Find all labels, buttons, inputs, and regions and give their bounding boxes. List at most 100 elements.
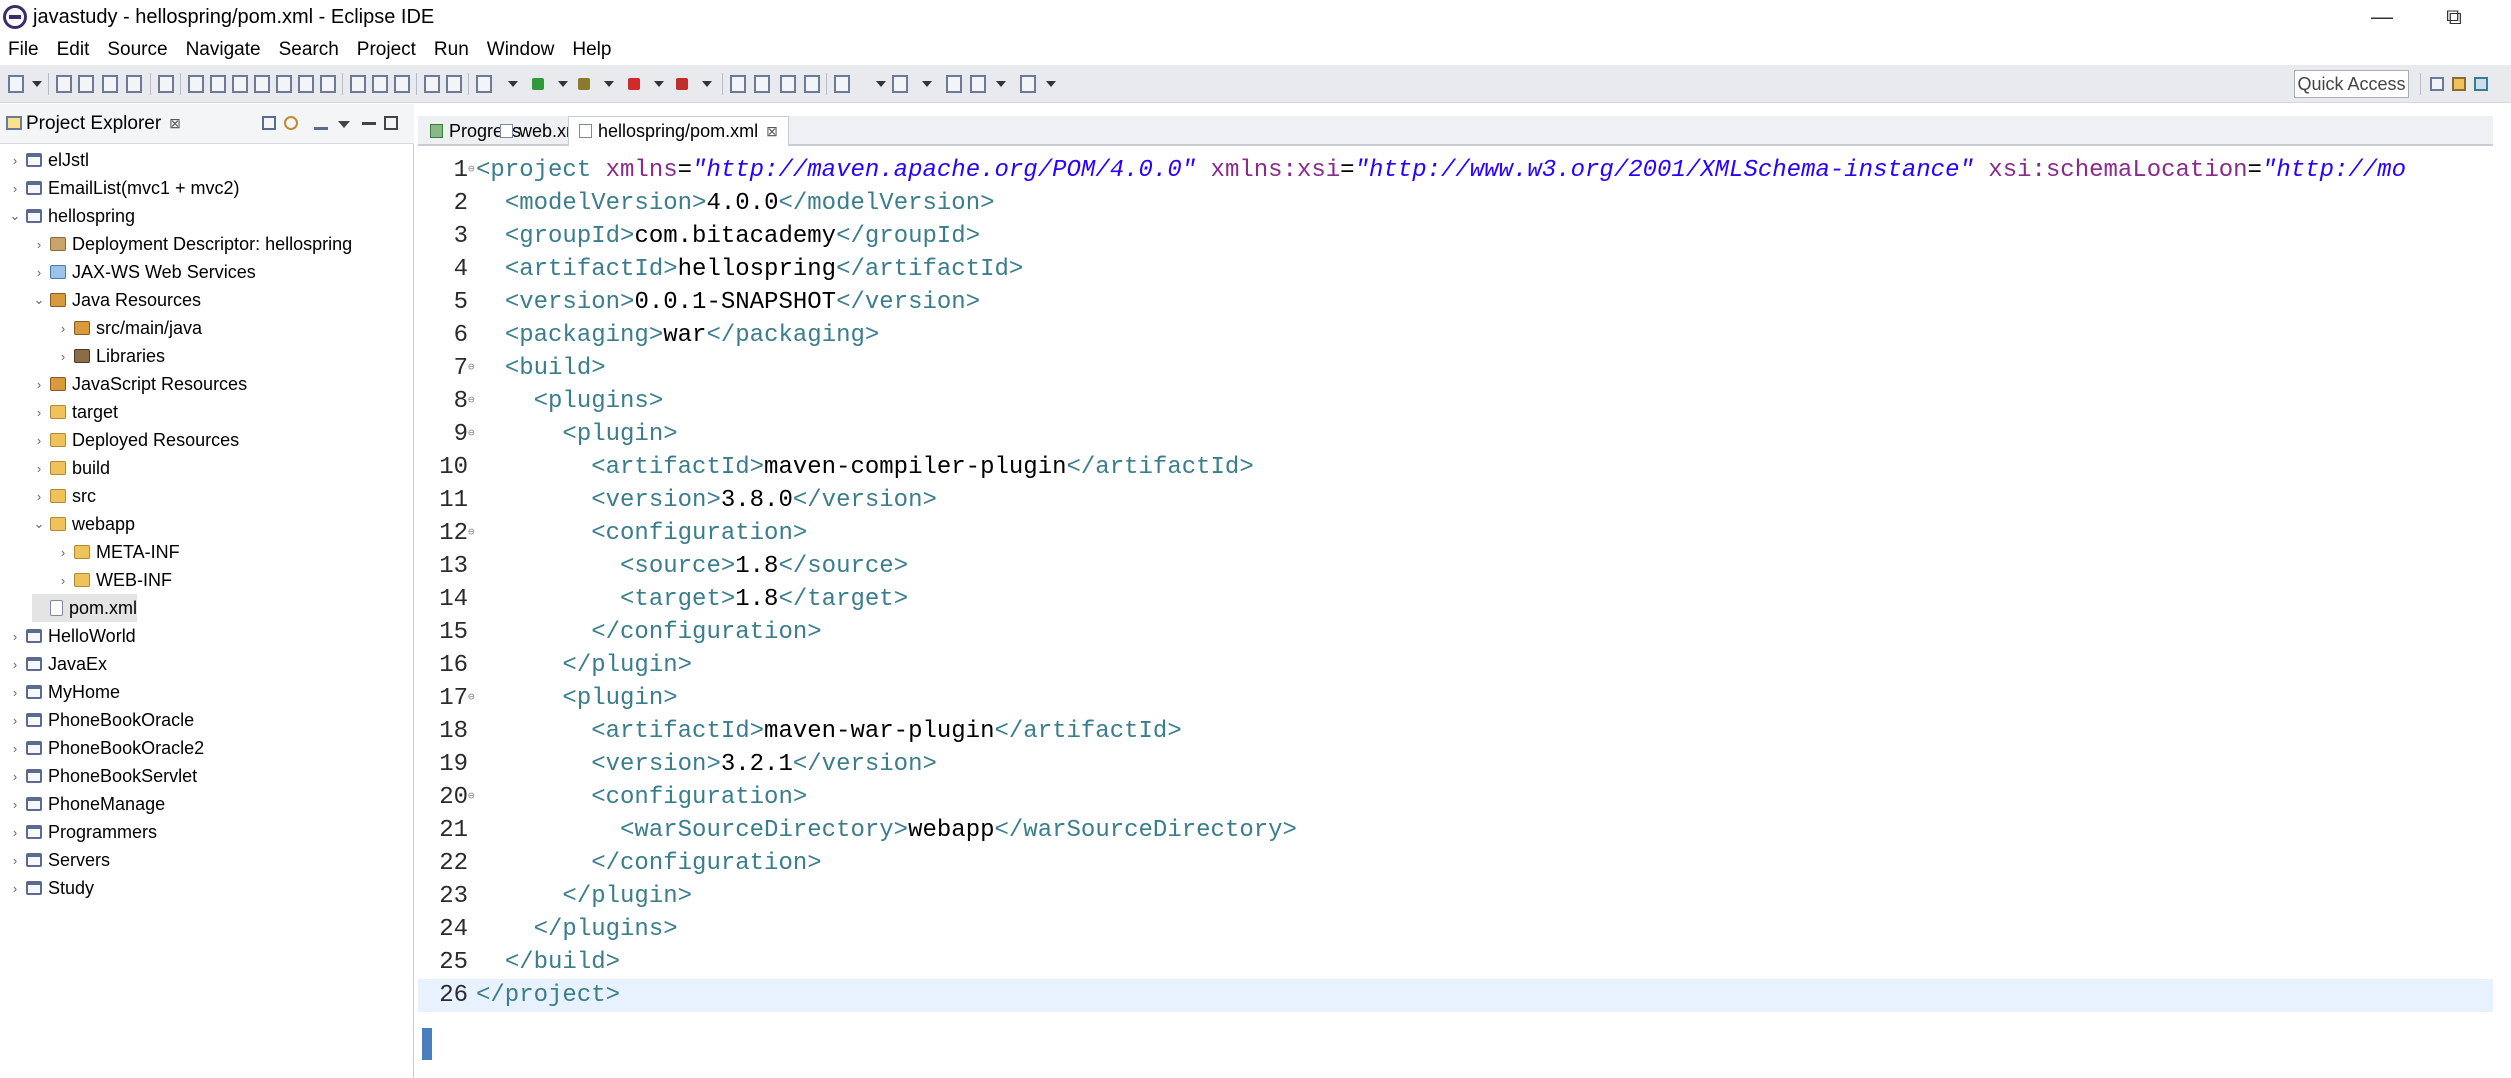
tree-item-jax-ws-web-services[interactable]: › JAX-WS Web Services [32,258,256,286]
tree-item-java-resources[interactable]: ⌄ Java Resources [32,286,202,314]
servers-icon[interactable] [372,75,388,93]
tree-item-study[interactable]: › Study [8,874,94,902]
quick-access-input[interactable]: Quick Access [2294,70,2409,98]
run-icon[interactable] [532,78,544,90]
tree-item-phonebookoracle2[interactable]: › PhoneBookOracle2 [8,734,204,762]
skip-breakpoints-icon[interactable] [188,75,204,93]
new-package-icon[interactable] [446,75,462,93]
link-with-editor-icon[interactable] [284,116,298,130]
chevron-right-icon[interactable]: › [56,573,70,588]
search-icon[interactable] [780,75,796,93]
code-line[interactable]: 11 <version>3.8.0</version> [418,484,2493,517]
open-perspective-icon[interactable] [2430,77,2444,91]
step-return-icon[interactable] [320,75,336,93]
fold-toggle-icon[interactable]: ⊖ [468,517,475,550]
close-view-icon[interactable]: ⊠ [169,115,181,132]
chevron-down-icon[interactable]: ⌄ [32,292,46,308]
code-line[interactable]: 25 </build> [418,946,2493,979]
menu-file[interactable]: File [0,39,48,61]
tree-item-deployed-resources[interactable]: › Deployed Resources [32,426,239,454]
code-line[interactable]: 15 </configuration> [418,616,2493,649]
chevron-right-icon[interactable]: › [56,545,70,560]
menu-search[interactable]: Search [270,39,348,61]
code-line[interactable]: 26 </project> [418,979,2493,1012]
code-line[interactable]: 17 ⊖ <plugin> [418,682,2493,715]
tree-item-pom-xml[interactable]: pom.xml [32,594,138,622]
tree-item-build[interactable]: › build [32,454,110,482]
menu-project[interactable]: Project [348,39,425,61]
tree-item-libraries[interactable]: › Libraries [56,342,165,370]
code-line[interactable]: 9 ⊖ <plugin> [418,418,2493,451]
chevron-right-icon[interactable]: › [8,797,22,812]
code-line[interactable]: 22 </configuration> [418,847,2493,880]
fold-toggle-icon[interactable]: ⊖ [468,781,475,814]
menu-run[interactable]: Run [425,39,478,61]
chevron-right-icon[interactable]: › [32,265,46,280]
tab-hellospring-pom-xml[interactable]: hellospring/pom.xml ⊠ [568,116,789,147]
chevron-right-icon[interactable]: › [8,713,22,728]
tree-item-javascript-resources[interactable]: › JavaScript Resources [32,370,247,398]
fold-toggle-icon[interactable]: ⊖ [468,682,475,715]
code-line[interactable]: 14 <target>1.8</target> [418,583,2493,616]
fold-toggle-icon[interactable]: ⊖ [468,385,475,418]
restore-button[interactable]: ⧉ [2418,0,2490,34]
menu-help[interactable]: Help [563,39,620,61]
chevron-right-icon[interactable]: › [56,349,70,364]
next-annotation-dropdown-icon[interactable] [876,81,886,87]
chevron-right-icon[interactable]: › [32,377,46,392]
tree-item-phonebookservlet[interactable]: › PhoneBookServlet [8,762,197,790]
settings-icon[interactable] [476,75,492,93]
tree-item-myhome[interactable]: › MyHome [8,678,120,706]
chevron-right-icon[interactable]: › [32,461,46,476]
stop-icon[interactable] [628,78,640,90]
open-type-icon[interactable] [730,75,746,93]
new-icon[interactable] [8,75,24,93]
back-dropdown-icon[interactable] [996,81,1006,87]
chevron-right-icon[interactable]: › [8,853,22,868]
open-console-icon[interactable] [350,75,366,93]
tree-item-javaex[interactable]: › JavaEx [8,650,107,678]
tree-item-programmers[interactable]: › Programmers [8,818,157,846]
minimize-view-icon[interactable] [362,122,376,125]
save-all-icon[interactable] [78,75,94,93]
settings-dropdown-icon[interactable] [508,81,518,87]
tree-item-eljstl[interactable]: › elJstl [8,146,89,174]
suspend-icon[interactable] [232,75,248,93]
new-dropdown-icon[interactable] [32,81,42,87]
close-tab-icon[interactable]: ⊠ [766,123,778,140]
view-menu-icon[interactable] [338,121,350,128]
tree-item-helloworld[interactable]: › HelloWorld [8,622,136,650]
code-line[interactable]: 20 ⊖ <configuration> [418,781,2493,814]
debug-dropdown-icon[interactable] [604,81,614,87]
open-resource-icon[interactable] [804,75,820,93]
code-line[interactable]: 10 <artifactId>maven-compiler-plugin</ar… [418,451,2493,484]
tree-item-web-inf[interactable]: › WEB-INF [56,566,172,594]
code-line[interactable]: 7 ⊖ <build> [418,352,2493,385]
step-over-icon[interactable] [298,75,314,93]
java-ee-perspective-icon[interactable] [2452,77,2466,91]
code-line[interactable]: 18 <artifactId>maven-war-plugin</artifac… [418,715,2493,748]
chevron-right-icon[interactable]: › [8,741,22,756]
menu-edit[interactable]: Edit [48,39,99,61]
code-line[interactable]: 21 <warSourceDirectory>webapp</warSource… [418,814,2493,847]
chevron-right-icon[interactable]: › [8,657,22,672]
chevron-down-icon[interactable]: ⌄ [32,516,46,532]
debug-icon[interactable] [578,78,590,90]
code-line[interactable]: 8 ⊖ <plugins> [418,385,2493,418]
code-line[interactable]: 19 <version>3.2.1</version> [418,748,2493,781]
tree-item-phonebookoracle[interactable]: › PhoneBookOracle [8,706,194,734]
chevron-right-icon[interactable]: › [8,153,22,168]
tree-item-src-main-java[interactable]: › src/main/java [56,314,202,342]
tree-item-emaillist-mvc1-mvc2[interactable]: › EmailList(mvc1 + mvc2) [8,174,240,202]
code-line[interactable]: 13 <source>1.8</source> [418,550,2493,583]
chevron-right-icon[interactable]: › [8,629,22,644]
last-edit-location-icon[interactable] [946,75,962,93]
tree-item-target[interactable]: › target [32,398,118,426]
code-line[interactable]: 1 ⊖ <project xmlns="http://maven.apache.or… [418,154,2493,187]
open-task-icon[interactable] [754,75,770,93]
fold-toggle-icon[interactable]: ⊖ [468,418,475,451]
resume-icon[interactable] [210,75,226,93]
code-line[interactable]: 12 ⊖ <configuration> [418,517,2493,550]
chevron-down-icon[interactable]: ⌄ [8,208,22,224]
project-explorer-title[interactable]: Project Explorer [26,113,161,135]
